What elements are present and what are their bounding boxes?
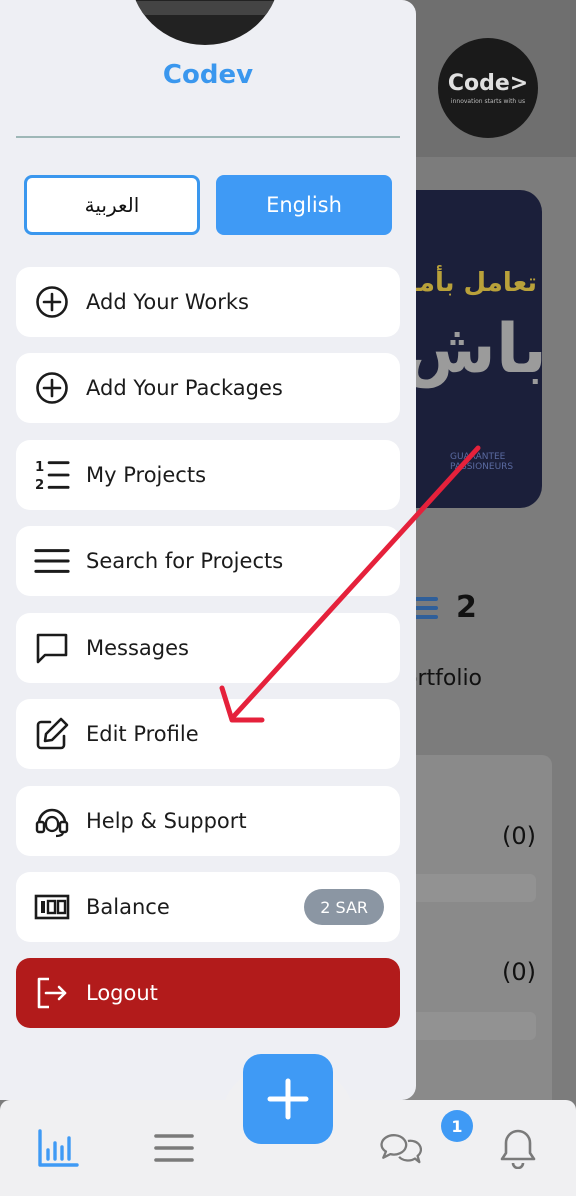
company-logo: Code> innovation starts with us [438, 38, 538, 138]
english-language-button[interactable]: English [216, 175, 392, 235]
brand-name: Codev [162, 60, 254, 90]
bar-chart-icon [38, 1129, 79, 1167]
logout-button[interactable]: Logout [16, 958, 400, 1028]
placeholder-bar-1 [404, 874, 536, 902]
portfolio-count: 2 [412, 590, 477, 625]
menu-item-label: Help & Support [86, 809, 247, 833]
arabic-language-button[interactable]: العربية [24, 175, 200, 235]
menu-item-label: Balance [86, 895, 170, 919]
menu-lines-icon [34, 543, 70, 579]
message-icon [34, 630, 70, 666]
plus-circle-icon [34, 284, 70, 320]
menu-item-messages[interactable]: Messages [16, 613, 400, 683]
menu-item-my-projects[interactable]: 1 2 My Projects [16, 440, 400, 510]
side-drawer: Codev العربية English Add Your Works Add… [0, 0, 416, 1100]
menu-item-add-works[interactable]: Add Your Works [16, 267, 400, 337]
logo-tagline: innovation starts with us [450, 98, 526, 105]
count-value: 2 [456, 590, 477, 625]
placeholder-bar-2 [404, 1012, 536, 1040]
menu-item-add-packages[interactable]: Add Your Packages [16, 353, 400, 423]
menu-item-label: Add Your Packages [86, 376, 283, 400]
edit-icon [34, 716, 70, 752]
menu-item-label: Logout [86, 981, 158, 1005]
menu-item-search-projects[interactable]: Search for Projects [16, 526, 400, 596]
nav-notifications-button[interactable] [496, 1126, 540, 1170]
banner-line-2: باش [402, 310, 542, 389]
divider [16, 136, 400, 138]
balance-icon [34, 889, 70, 925]
banner-small-text: GUARANTEE PASSIONEURS [450, 452, 514, 472]
nav-menu-button[interactable] [152, 1126, 196, 1170]
plus-circle-icon [34, 370, 70, 406]
menu-item-edit-profile[interactable]: Edit Profile [16, 699, 400, 769]
menu-icon [154, 1134, 194, 1162]
menu-item-label: Edit Profile [86, 722, 199, 746]
menu-item-label: My Projects [86, 463, 207, 487]
logo-text: Code> [447, 71, 529, 96]
chat-icon [380, 1134, 422, 1164]
banner-line-1: تعامل بأمـ [410, 268, 538, 298]
headset-icon [34, 803, 70, 839]
zero-count-2: (0) [502, 958, 536, 986]
bell-icon [500, 1129, 536, 1169]
add-button[interactable] [243, 1054, 333, 1144]
menu-item-label: Add Your Works [86, 290, 249, 314]
menu-item-balance[interactable]: Balance 2 SAR [16, 872, 400, 942]
zero-count-1: (0) [502, 822, 536, 850]
numbered-list-icon: 1 2 [34, 457, 70, 493]
chat-notification-badge: 1 [441, 1110, 473, 1142]
background-card [404, 755, 552, 1115]
menu-item-help-support[interactable]: Help & Support [16, 786, 400, 856]
nav-chat-button[interactable] [378, 1126, 422, 1170]
avatar [130, 0, 280, 45]
logout-icon [34, 975, 70, 1011]
svg-text:1: 1 [35, 460, 44, 475]
nav-stats-button[interactable] [36, 1126, 80, 1170]
svg-text:2: 2 [35, 478, 44, 493]
menu-item-label: Search for Projects [86, 549, 284, 573]
menu-item-label: Messages [86, 636, 189, 660]
balance-badge: 2 SAR [304, 889, 384, 925]
plus-icon [267, 1078, 309, 1120]
